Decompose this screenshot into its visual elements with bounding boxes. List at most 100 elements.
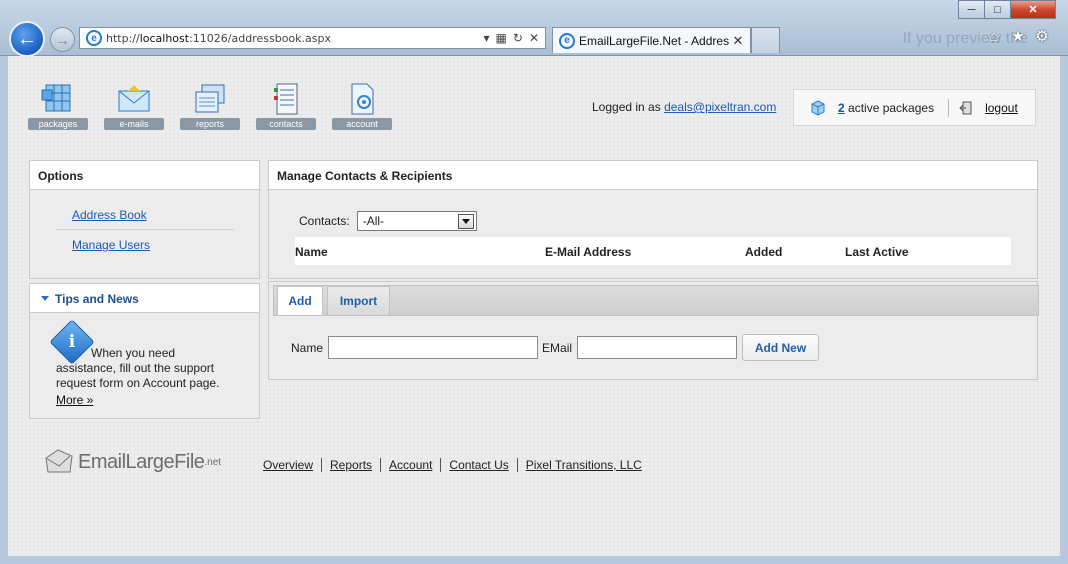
window-frame-left bbox=[0, 56, 8, 564]
logo-wordmark: EmailLargeFile bbox=[78, 450, 205, 473]
nav-account-label: account bbox=[332, 118, 392, 130]
minimize-icon: ─ bbox=[967, 3, 976, 16]
web-page: packages e-mails reports contacts accoun… bbox=[8, 56, 1060, 556]
url-prefix: http:// bbox=[106, 31, 140, 45]
add-new-button[interactable]: Add New bbox=[742, 334, 820, 361]
window-frame-right bbox=[1060, 56, 1068, 564]
nav-reports[interactable]: reports bbox=[180, 82, 240, 130]
footer-link-account[interactable]: Account bbox=[380, 458, 440, 472]
dropdown-icon[interactable]: ▾ bbox=[484, 31, 490, 45]
address-text[interactable]: http://localhost:11026/addressbook.aspx bbox=[106, 32, 484, 45]
name-label: Name bbox=[291, 340, 324, 355]
column-email[interactable]: E-Mail Address bbox=[545, 245, 631, 259]
back-button[interactable]: ← bbox=[9, 21, 45, 57]
tips-header[interactable]: Tips and News bbox=[30, 284, 259, 313]
login-info: Logged in as deals@pixeltran.com bbox=[592, 100, 776, 114]
main-nav: packages e-mails reports contacts accoun… bbox=[28, 82, 408, 130]
new-tab-button[interactable] bbox=[751, 27, 780, 53]
nav-packages-label: packages bbox=[28, 118, 88, 130]
tip-text: When you need assistance, fill out the s… bbox=[56, 346, 220, 390]
footer-link-overview[interactable]: Overview bbox=[263, 458, 321, 472]
address-book-link[interactable]: Address Book bbox=[72, 208, 147, 222]
tab-import[interactable]: Import bbox=[327, 286, 390, 315]
user-email-link[interactable]: deals@pixeltran.com bbox=[664, 100, 776, 114]
nav-contacts[interactable]: contacts bbox=[256, 82, 316, 130]
ie-page-icon: e bbox=[86, 30, 102, 46]
forward-button[interactable]: → bbox=[50, 27, 75, 52]
footer-link-contact-us[interactable]: Contact Us bbox=[440, 458, 516, 472]
column-name[interactable]: Name bbox=[295, 245, 328, 259]
footer-link-pixel-transitions[interactable]: Pixel Transitions, LLC bbox=[516, 458, 650, 472]
browser-chrome: If you preview the ← → e http://localhos… bbox=[0, 0, 1068, 57]
divider bbox=[948, 98, 950, 117]
manage-contacts-title: Manage Contacts & Recipients bbox=[269, 161, 1037, 190]
envelope-logo-icon bbox=[45, 449, 73, 473]
back-arrow-icon: ← bbox=[17, 27, 37, 50]
reports-icon bbox=[195, 84, 225, 113]
favorites-star-icon[interactable]: ★ bbox=[1010, 29, 1026, 45]
options-divider bbox=[56, 229, 234, 230]
options-panel: Options Address Book Manage Users bbox=[29, 160, 260, 279]
manage-contacts-panel: Manage Contacts & Recipients Contacts: -… bbox=[268, 160, 1038, 279]
contacts-filter: Contacts: -All- bbox=[299, 211, 477, 231]
stop-icon[interactable]: ✕ bbox=[529, 31, 539, 45]
tips-panel: Tips and News i When you need assistance… bbox=[29, 283, 260, 419]
browser-tab[interactable]: e EmailLargeFile.Net - Addres... ✕ bbox=[552, 27, 751, 53]
logout-link[interactable]: logout bbox=[985, 101, 1018, 115]
logo-suffix: .net bbox=[204, 456, 222, 468]
tips-title: Tips and News bbox=[55, 292, 139, 306]
more-link[interactable]: More » bbox=[56, 393, 93, 407]
footer-link-reports[interactable]: Reports bbox=[321, 458, 380, 472]
nav-reports-label: reports bbox=[180, 118, 240, 130]
tab-ie-icon: e bbox=[559, 32, 575, 49]
nav-contacts-label: contacts bbox=[256, 118, 316, 130]
column-last-active[interactable]: Last Active bbox=[845, 245, 909, 259]
contacts-label: Contacts: bbox=[299, 214, 350, 228]
url-path: :11026/addressbook.aspx bbox=[189, 31, 331, 45]
manage-users-link[interactable]: Manage Users bbox=[72, 238, 150, 252]
forward-arrow-icon: → bbox=[55, 31, 70, 48]
maximize-button[interactable]: □ bbox=[984, 0, 1011, 19]
nav-packages[interactable]: packages bbox=[28, 82, 88, 130]
gear-icon[interactable]: ⚙ bbox=[1034, 29, 1050, 45]
email-input[interactable] bbox=[577, 336, 738, 359]
home-icon[interactable]: ⌂ bbox=[986, 29, 1002, 45]
nav-emails[interactable]: e-mails bbox=[104, 82, 164, 130]
refresh-icon[interactable]: ↻ bbox=[513, 31, 523, 45]
url-host: localhost bbox=[139, 31, 190, 45]
contacts-icon bbox=[274, 83, 298, 115]
close-button[interactable]: ✕ bbox=[1010, 0, 1056, 19]
email-label: EMail bbox=[542, 340, 573, 355]
footer-links: Overview Reports Account Contact Us Pixe… bbox=[263, 458, 650, 472]
contacts-table-header: Name E-Mail Address Added Last Active bbox=[295, 237, 1011, 265]
package-cube-icon bbox=[811, 99, 825, 116]
footer-logo[interactable]: EmailLargeFile .net bbox=[42, 446, 221, 478]
active-package-count-link[interactable]: 2 bbox=[838, 101, 845, 115]
contacts-select[interactable]: -All- bbox=[356, 211, 477, 231]
logout-door-icon bbox=[959, 101, 972, 114]
address-bar[interactable]: e http://localhost:11026/addressbook.asp… bbox=[79, 27, 546, 49]
options-title: Options bbox=[30, 161, 259, 190]
tab-add[interactable]: Add bbox=[277, 286, 323, 315]
package-status-box: 2 active packages logout bbox=[793, 89, 1036, 126]
add-contact-panel: Add Import Name EMail Add New bbox=[268, 281, 1039, 380]
account-settings-icon bbox=[351, 83, 374, 115]
packages-icon bbox=[41, 84, 71, 112]
maximize-icon: □ bbox=[994, 3, 1001, 16]
chevron-down-icon[interactable] bbox=[457, 213, 474, 229]
tab-close-icon[interactable]: ✕ bbox=[730, 33, 746, 49]
envelope-icon bbox=[118, 85, 150, 112]
nav-emails-label: e-mails bbox=[104, 118, 164, 130]
tab-title: EmailLargeFile.Net - Addres... bbox=[579, 33, 730, 48]
compatibility-icon[interactable]: ▦ bbox=[496, 31, 507, 45]
close-icon: ✕ bbox=[1028, 4, 1038, 16]
collapse-triangle-icon bbox=[41, 296, 49, 301]
add-contact-form: Name EMail Add New bbox=[291, 334, 820, 361]
nav-account[interactable]: account bbox=[332, 82, 392, 130]
column-added[interactable]: Added bbox=[745, 245, 782, 259]
name-input[interactable] bbox=[328, 336, 539, 359]
active-packages-label: active packages bbox=[848, 100, 935, 115]
logged-in-label: Logged in as bbox=[592, 100, 661, 114]
minimize-button[interactable]: ─ bbox=[958, 0, 985, 19]
window-frame-bottom bbox=[0, 556, 1068, 564]
